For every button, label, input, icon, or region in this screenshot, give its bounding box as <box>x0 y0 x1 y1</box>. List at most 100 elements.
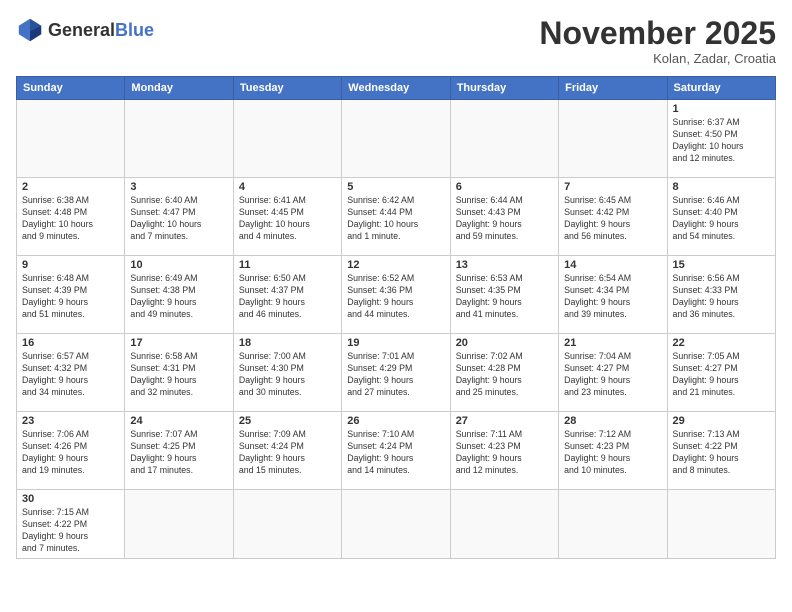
calendar-cell: 4 Sunrise: 6:41 AM Sunset: 4:45 PM Daylig… <box>233 178 341 256</box>
day-number: 24 <box>130 415 227 427</box>
calendar-cell: 20 Sunrise: 7:02 AM Sunset: 4:28 PM Dayli… <box>450 334 558 412</box>
calendar-cell <box>559 490 667 559</box>
calendar-cell <box>233 100 341 178</box>
day-info: Sunrise: 7:04 AM Sunset: 4:27 PM Dayligh… <box>564 351 661 399</box>
day-number: 4 <box>239 181 336 193</box>
calendar-cell: 21 Sunrise: 7:04 AM Sunset: 4:27 PM Dayli… <box>559 334 667 412</box>
calendar-cell <box>559 100 667 178</box>
day-number: 15 <box>673 259 770 271</box>
day-info: Sunrise: 6:57 AM Sunset: 4:32 PM Dayligh… <box>22 351 119 399</box>
day-info: Sunrise: 7:00 AM Sunset: 4:30 PM Dayligh… <box>239 351 336 399</box>
day-info: Sunrise: 6:44 AM Sunset: 4:43 PM Dayligh… <box>456 195 553 243</box>
calendar-cell: 29 Sunrise: 7:13 AM Sunset: 4:22 PM Dayli… <box>667 412 775 490</box>
calendar-cell: 13 Sunrise: 6:53 AM Sunset: 4:35 PM Dayli… <box>450 256 558 334</box>
calendar-cell <box>17 100 125 178</box>
calendar-cell: 26 Sunrise: 7:10 AM Sunset: 4:24 PM Dayli… <box>342 412 450 490</box>
calendar-cell: 16 Sunrise: 6:57 AM Sunset: 4:32 PM Dayli… <box>17 334 125 412</box>
calendar-cell: 3Sunrise: 6:40 AM Sunset: 4:47 PM Daylig… <box>125 178 233 256</box>
day-info: Sunrise: 7:07 AM Sunset: 4:25 PM Dayligh… <box>130 429 227 477</box>
day-number: 7 <box>564 181 661 193</box>
calendar-cell <box>342 490 450 559</box>
day-info: Sunrise: 6:48 AM Sunset: 4:39 PM Dayligh… <box>22 273 119 321</box>
calendar-cell: 12Sunrise: 6:52 AM Sunset: 4:36 PM Dayli… <box>342 256 450 334</box>
logo-text: GeneralBlue <box>48 21 154 39</box>
calendar-cell: 15Sunrise: 6:56 AM Sunset: 4:33 PM Dayli… <box>667 256 775 334</box>
day-info: Sunrise: 6:54 AM Sunset: 4:34 PM Dayligh… <box>564 273 661 321</box>
subtitle: Kolan, Zadar, Croatia <box>539 51 776 66</box>
day-number: 19 <box>347 337 444 349</box>
day-number: 10 <box>130 259 227 271</box>
logo: GeneralBlue <box>16 16 154 44</box>
calendar-cell: 19 Sunrise: 7:01 AM Sunset: 4:29 PM Dayli… <box>342 334 450 412</box>
day-info: Sunrise: 7:10 AM Sunset: 4:24 PM Dayligh… <box>347 429 444 477</box>
day-info: Sunrise: 7:15 AM Sunset: 4:22 PM Dayligh… <box>22 507 119 555</box>
day-info: Sunrise: 6:53 AM Sunset: 4:35 PM Dayligh… <box>456 273 553 321</box>
week-row-6: 30 Sunrise: 7:15 AM Sunset: 4:22 PM Dayli… <box>17 490 776 559</box>
day-info: Sunrise: 6:38 AM Sunset: 4:48 PM Dayligh… <box>22 195 119 243</box>
calendar-cell: 27Sunrise: 7:11 AM Sunset: 4:23 PM Dayli… <box>450 412 558 490</box>
day-info: Sunrise: 6:41 AM Sunset: 4:45 PM Dayligh… <box>239 195 336 243</box>
day-number: 29 <box>673 415 770 427</box>
calendar-cell: 23Sunrise: 7:06 AM Sunset: 4:26 PM Dayli… <box>17 412 125 490</box>
calendar-cell: 8 Sunrise: 6:46 AM Sunset: 4:40 PM Daylig… <box>667 178 775 256</box>
week-row-4: 16 Sunrise: 6:57 AM Sunset: 4:32 PM Dayli… <box>17 334 776 412</box>
day-info: Sunrise: 7:02 AM Sunset: 4:28 PM Dayligh… <box>456 351 553 399</box>
week-row-5: 23Sunrise: 7:06 AM Sunset: 4:26 PM Dayli… <box>17 412 776 490</box>
calendar-cell <box>125 100 233 178</box>
day-number: 6 <box>456 181 553 193</box>
day-info: Sunrise: 7:12 AM Sunset: 4:23 PM Dayligh… <box>564 429 661 477</box>
day-number: 27 <box>456 415 553 427</box>
day-number: 21 <box>564 337 661 349</box>
day-number: 18 <box>239 337 336 349</box>
day-number: 26 <box>347 415 444 427</box>
weekday-header-wednesday: Wednesday <box>342 77 450 100</box>
calendar-cell: 2 Sunrise: 6:38 AM Sunset: 4:48 PM Daylig… <box>17 178 125 256</box>
week-row-2: 2 Sunrise: 6:38 AM Sunset: 4:48 PM Daylig… <box>17 178 776 256</box>
calendar-cell: 18 Sunrise: 7:00 AM Sunset: 4:30 PM Dayli… <box>233 334 341 412</box>
calendar-cell: 30 Sunrise: 7:15 AM Sunset: 4:22 PM Dayli… <box>17 490 125 559</box>
calendar: SundayMondayTuesdayWednesdayThursdayFrid… <box>16 76 776 559</box>
day-number: 2 <box>22 181 119 193</box>
day-number: 13 <box>456 259 553 271</box>
calendar-cell: 9Sunrise: 6:48 AM Sunset: 4:39 PM Daylig… <box>17 256 125 334</box>
weekday-header-saturday: Saturday <box>667 77 775 100</box>
day-info: Sunrise: 7:13 AM Sunset: 4:22 PM Dayligh… <box>673 429 770 477</box>
weekday-header-monday: Monday <box>125 77 233 100</box>
calendar-cell <box>450 100 558 178</box>
calendar-cell: 7Sunrise: 6:45 AM Sunset: 4:42 PM Daylig… <box>559 178 667 256</box>
day-info: Sunrise: 7:06 AM Sunset: 4:26 PM Dayligh… <box>22 429 119 477</box>
day-info: Sunrise: 7:05 AM Sunset: 4:27 PM Dayligh… <box>673 351 770 399</box>
page: GeneralBlue November 2025 Kolan, Zadar, … <box>0 0 792 612</box>
calendar-cell: 11Sunrise: 6:50 AM Sunset: 4:37 PM Dayli… <box>233 256 341 334</box>
day-number: 16 <box>22 337 119 349</box>
calendar-cell <box>342 100 450 178</box>
calendar-cell: 6 Sunrise: 6:44 AM Sunset: 4:43 PM Daylig… <box>450 178 558 256</box>
day-info: Sunrise: 6:46 AM Sunset: 4:40 PM Dayligh… <box>673 195 770 243</box>
calendar-cell <box>450 490 558 559</box>
day-number: 30 <box>22 493 119 505</box>
calendar-cell: 10 Sunrise: 6:49 AM Sunset: 4:38 PM Dayli… <box>125 256 233 334</box>
day-number: 12 <box>347 259 444 271</box>
day-number: 17 <box>130 337 227 349</box>
calendar-cell: 14 Sunrise: 6:54 AM Sunset: 4:34 PM Dayli… <box>559 256 667 334</box>
day-number: 28 <box>564 415 661 427</box>
day-info: Sunrise: 6:37 AM Sunset: 4:50 PM Dayligh… <box>673 117 770 165</box>
day-info: Sunrise: 7:01 AM Sunset: 4:29 PM Dayligh… <box>347 351 444 399</box>
calendar-cell: 25Sunrise: 7:09 AM Sunset: 4:24 PM Dayli… <box>233 412 341 490</box>
calendar-cell: 5Sunrise: 6:42 AM Sunset: 4:44 PM Daylig… <box>342 178 450 256</box>
day-number: 14 <box>564 259 661 271</box>
calendar-cell <box>667 490 775 559</box>
day-number: 8 <box>673 181 770 193</box>
day-info: Sunrise: 6:58 AM Sunset: 4:31 PM Dayligh… <box>130 351 227 399</box>
week-row-1: 1 Sunrise: 6:37 AM Sunset: 4:50 PM Daylig… <box>17 100 776 178</box>
day-number: 22 <box>673 337 770 349</box>
calendar-cell <box>233 490 341 559</box>
day-number: 1 <box>673 103 770 115</box>
month-title: November 2025 <box>539 16 776 51</box>
calendar-cell: 28 Sunrise: 7:12 AM Sunset: 4:23 PM Dayli… <box>559 412 667 490</box>
weekday-header-sunday: Sunday <box>17 77 125 100</box>
weekday-header-tuesday: Tuesday <box>233 77 341 100</box>
day-number: 20 <box>456 337 553 349</box>
calendar-cell: 17 Sunrise: 6:58 AM Sunset: 4:31 PM Dayli… <box>125 334 233 412</box>
day-info: Sunrise: 6:49 AM Sunset: 4:38 PM Dayligh… <box>130 273 227 321</box>
